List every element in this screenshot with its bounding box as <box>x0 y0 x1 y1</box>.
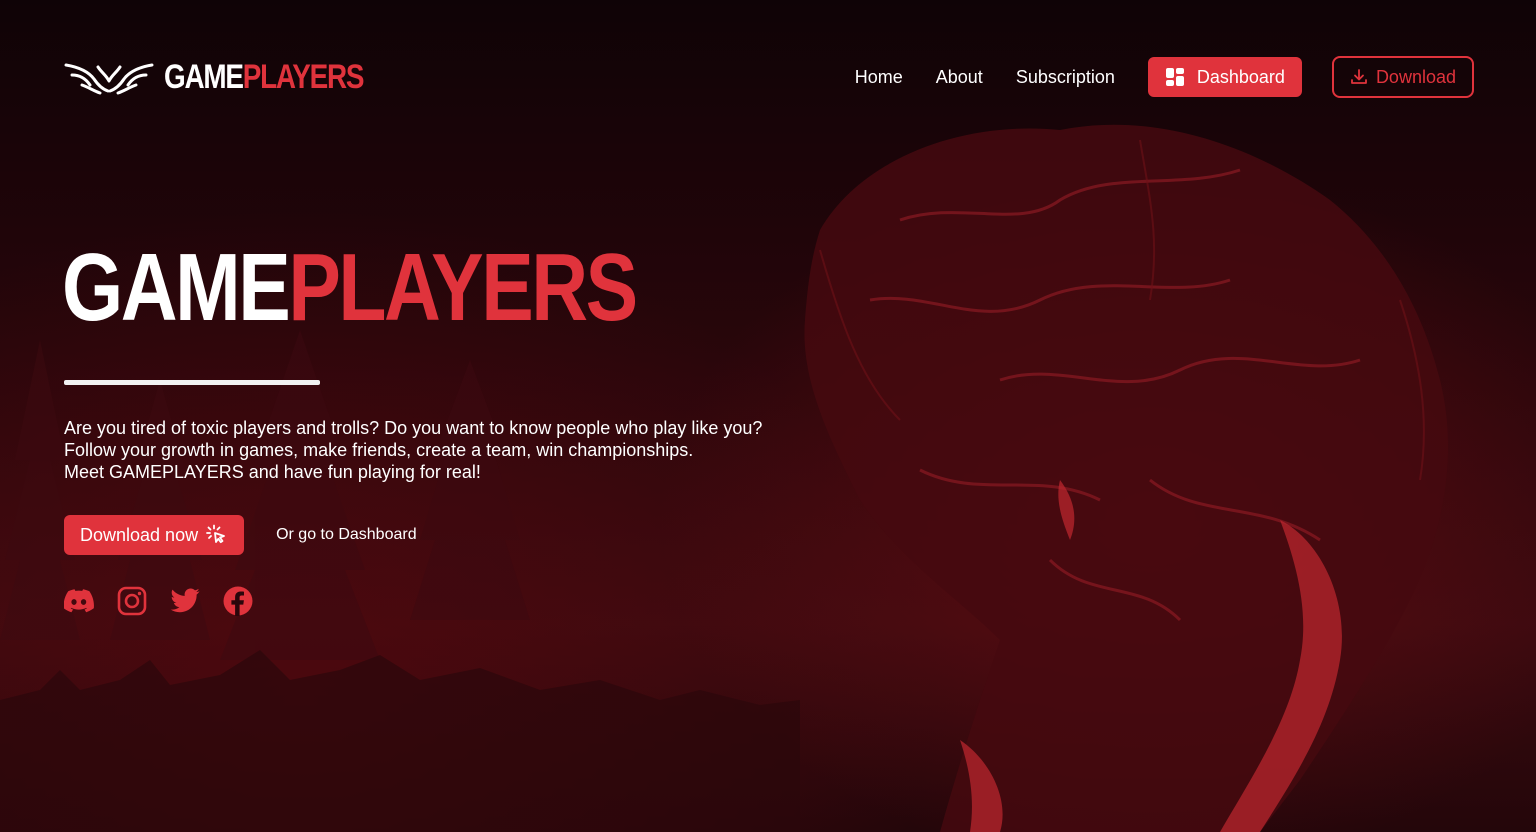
download-button-label: Download <box>1375 66 1456 87</box>
dashboard-button[interactable]: Dashboard <box>1147 57 1302 97</box>
facebook-icon[interactable] <box>223 586 253 616</box>
brand-name: GAMEPLAYERS <box>164 57 365 97</box>
dashboard-grid-icon <box>1165 68 1184 86</box>
nav-link-about[interactable]: About <box>936 67 983 88</box>
dashboard-button-label: Dashboard <box>1196 66 1285 87</box>
download-now-label: Download now <box>80 524 199 545</box>
cursor-click-icon <box>206 524 225 544</box>
hero-title: GAMEPLAYERS <box>62 238 638 338</box>
hero-description-line: Follow your growth in games, make friend… <box>64 440 694 460</box>
discord-icon[interactable] <box>64 586 94 616</box>
brand-name-part1: GAME <box>164 57 244 96</box>
brand-name-part2: PLAYERS <box>242 57 365 96</box>
nav-links: Home About Subscription Dashboard Downlo… <box>855 56 1474 98</box>
social-links <box>64 586 253 616</box>
nav-link-subscription[interactable]: Subscription <box>1016 67 1115 88</box>
hero-title-part2: PLAYERS <box>288 234 638 341</box>
nav-link-home[interactable]: Home <box>855 67 903 88</box>
hero-background <box>0 0 1536 832</box>
download-icon <box>1351 69 1367 84</box>
go-to-dashboard-link[interactable]: Or go to Dashboard <box>276 526 417 544</box>
top-navigation: GAMEPLAYERS Home About Subscription Dash… <box>64 56 1474 98</box>
instagram-icon[interactable] <box>117 586 147 616</box>
hero-description-line: Meet GAMEPLAYERS and have fun playing fo… <box>64 462 481 482</box>
hero-description: Are you tired of toxic players and troll… <box>64 417 864 483</box>
background-artwork <box>0 124 1449 832</box>
hero-title-part1: GAME <box>62 234 291 341</box>
download-button[interactable]: Download <box>1331 56 1474 98</box>
cta-row: Download now Or go to Dashboard <box>64 515 417 555</box>
wings-logo-icon <box>64 63 154 95</box>
hero-divider <box>64 380 320 385</box>
hero-description-line: Are you tired of toxic players and troll… <box>64 418 763 438</box>
brand-logo[interactable]: GAMEPLAYERS <box>64 58 407 97</box>
twitter-icon[interactable] <box>170 586 200 616</box>
download-now-button[interactable]: Download now <box>64 515 245 555</box>
